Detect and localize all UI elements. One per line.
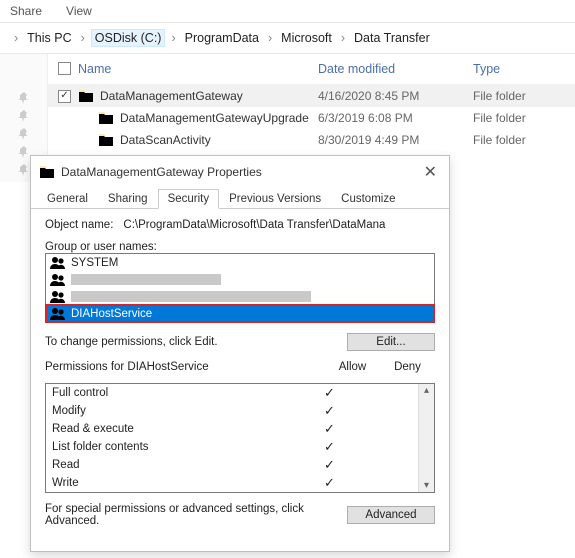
file-date: 8/30/2019 4:49 PM (318, 133, 473, 147)
allow-column-header: Allow (325, 361, 380, 373)
permission-allow: ✓ (302, 421, 357, 437)
chevron-right-icon: › (264, 31, 276, 45)
permission-allow: ✓ (302, 403, 357, 419)
permission-allow: ✓ (302, 385, 357, 401)
tab-customize[interactable]: Customize (331, 189, 405, 209)
file-list-header[interactable]: Name Date modified Type (48, 54, 575, 85)
edit-hint: To change permissions, click Edit. (45, 336, 218, 348)
tab-previous-versions[interactable]: Previous Versions (219, 189, 331, 209)
permission-name: Full control (52, 387, 302, 399)
permission-name: List folder contents (52, 441, 302, 453)
dialog-titlebar[interactable]: DataManagementGateway Properties ✕ (31, 156, 449, 188)
permission-row: Modify✓ (46, 402, 418, 420)
crumb-microsoft[interactable]: Microsoft (278, 30, 335, 46)
col-name[interactable]: Name (78, 62, 318, 78)
crumb-programdata[interactable]: ProgramData (182, 30, 262, 46)
pin-icon (18, 110, 30, 122)
permission-allow: ✓ (302, 439, 357, 455)
menu-share[interactable]: Share (10, 4, 42, 18)
permission-row: List folder contents✓ (46, 438, 418, 456)
file-date: 4/16/2020 8:45 PM (318, 89, 473, 103)
chevron-right-icon: › (167, 31, 179, 45)
breadcrumb[interactable]: › This PC › OSDisk (C:) › ProgramData › … (0, 23, 575, 53)
row-checkbox[interactable] (58, 90, 71, 103)
folder-icon (78, 89, 94, 103)
dialog-title: DataManagementGateway Properties (61, 165, 420, 179)
edit-button[interactable]: Edit... (347, 333, 435, 351)
pin-icon (18, 164, 30, 176)
dialog-tabs: GeneralSharingSecurityPrevious VersionsC… (31, 188, 449, 209)
menubar: Share View (0, 0, 575, 23)
principal-redacted[interactable] (46, 288, 434, 305)
scroll-down-icon[interactable]: ▾ (424, 479, 429, 492)
table-row[interactable]: DataManagementGatewayUpgrade 6/3/2019 6:0… (48, 107, 575, 129)
advanced-hint: For special permissions or advanced sett… (45, 503, 339, 527)
folder-icon (98, 111, 114, 125)
permission-row: Full control✓ (46, 384, 418, 402)
col-type[interactable]: Type (473, 62, 565, 78)
file-name: DataScanActivity (120, 133, 211, 147)
chevron-right-icon: › (77, 31, 89, 45)
chevron-right-icon: › (10, 31, 22, 45)
permission-row: Write✓ (46, 474, 418, 492)
tab-security[interactable]: Security (158, 189, 220, 209)
permission-name: Read & execute (52, 423, 302, 435)
file-date: 6/3/2019 6:08 PM (318, 111, 473, 125)
scrollbar[interactable]: ▴ ▾ (418, 384, 434, 492)
col-date[interactable]: Date modified (318, 62, 473, 78)
crumb-osdisk[interactable]: OSDisk (C:) (91, 29, 166, 47)
users-icon (50, 256, 66, 270)
chevron-right-icon: › (337, 31, 349, 45)
file-name: DataManagementGateway (100, 89, 243, 103)
file-name: DataManagementGatewayUpgrade (120, 111, 309, 125)
principal-label: SYSTEM (71, 257, 118, 269)
permissions-list: Full control✓Modify✓Read & execute✓List … (45, 383, 435, 493)
tab-sharing[interactable]: Sharing (98, 189, 158, 209)
permission-row: Read & execute✓ (46, 420, 418, 438)
table-row[interactable]: DataManagementGateway 4/16/2020 8:45 PMFi… (48, 85, 575, 107)
permission-name: Read (52, 459, 302, 471)
users-icon (50, 273, 66, 287)
advanced-button[interactable]: Advanced (347, 506, 435, 524)
principal-system[interactable]: SYSTEM (46, 254, 434, 271)
permission-name: Write (52, 477, 302, 489)
folder-icon (98, 133, 114, 147)
group-user-names-list[interactable]: SYSTEM DIAHostService (45, 253, 435, 323)
permission-allow: ✓ (302, 457, 357, 473)
menu-view[interactable]: View (66, 4, 92, 18)
properties-dialog: DataManagementGateway Properties ✕ Gener… (30, 155, 450, 552)
pin-icon (18, 92, 30, 104)
principal-label: DIAHostService (71, 308, 152, 320)
principal-redacted[interactable] (46, 271, 434, 288)
permission-allow: ✓ (302, 475, 357, 491)
group-user-names-label: Group or user names: (45, 241, 435, 253)
users-icon (50, 307, 66, 321)
permission-row: Read✓ (46, 456, 418, 474)
table-row[interactable]: DataScanActivity 8/30/2019 4:49 PMFile fo… (48, 129, 575, 151)
redacted-label (71, 274, 221, 285)
object-name-value: C:\ProgramData\Microsoft\Data Transfer\D… (123, 219, 435, 231)
file-type: File folder (473, 89, 565, 103)
tab-general[interactable]: General (37, 189, 98, 209)
select-all-checkbox[interactable] (58, 62, 71, 75)
scroll-up-icon[interactable]: ▴ (424, 384, 429, 397)
pin-icon (18, 146, 30, 158)
file-type: File folder (473, 111, 565, 125)
crumb-data-transfer[interactable]: Data Transfer (351, 30, 433, 46)
users-icon (50, 290, 66, 304)
redacted-label (71, 291, 311, 302)
crumb-this-pc[interactable]: This PC (24, 30, 74, 46)
file-type: File folder (473, 133, 565, 147)
object-name-label: Object name: (45, 219, 113, 231)
pin-icon (18, 128, 30, 140)
permission-name: Modify (52, 405, 302, 417)
permissions-for-label: Permissions for DIAHostService (45, 361, 325, 373)
principal-diahostservice[interactable]: DIAHostService (46, 305, 434, 322)
close-icon[interactable]: ✕ (420, 162, 441, 182)
deny-column-header: Deny (380, 361, 435, 373)
folder-icon (39, 165, 55, 179)
